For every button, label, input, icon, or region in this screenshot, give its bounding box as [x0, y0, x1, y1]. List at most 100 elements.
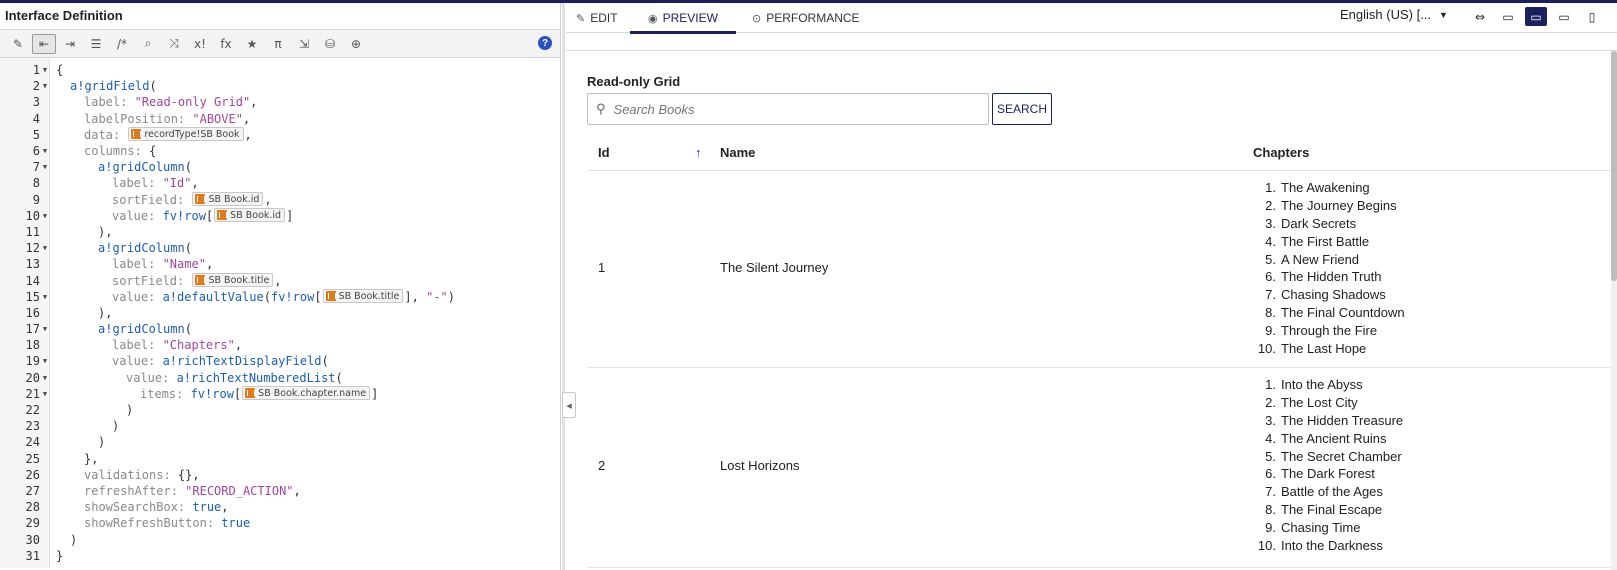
code-editor[interactable]: 1 ▼{2 ▼ a!gridField(3 label: "Read-only Grid…	[0, 58, 560, 568]
record-reference-chip[interactable]: SB Book.chapter.name	[242, 386, 371, 401]
code-line[interactable]: 17 ▼ a!gridColumn(	[0, 321, 561, 337]
code-line[interactable]: 19 ▼ value: a!richTextDisplayField(	[0, 353, 561, 369]
code-text: label: "Chapters",	[50, 338, 242, 352]
fold-caret-icon[interactable]: ▼	[40, 244, 50, 252]
list-icon[interactable]: ☰	[84, 34, 108, 54]
search-input[interactable]	[613, 101, 974, 117]
fold-caret-icon[interactable]: ▼	[40, 293, 50, 301]
function-icon[interactable]: fx	[214, 34, 238, 54]
code-line[interactable]: 26 validations: {},	[0, 467, 561, 483]
record-reference-chip[interactable]: SB Book.title	[322, 289, 404, 304]
code-line[interactable]: 16),	[0, 305, 561, 321]
code-line[interactable]: 13 label: "Name",	[0, 256, 561, 272]
database-search-icon[interactable]: ⛁	[318, 34, 342, 54]
pi-icon[interactable]: π	[266, 34, 290, 54]
fit-width-icon[interactable]: ⇔	[1469, 7, 1491, 26]
code-line[interactable]: 27 refreshAfter: "RECORD_ACTION",	[0, 483, 561, 499]
code-line[interactable]: 24)	[0, 434, 561, 450]
code-token: {	[56, 63, 64, 78]
code-line[interactable]: 11),	[0, 224, 561, 240]
tab-preview[interactable]: ◉ PREVIEW	[630, 3, 736, 34]
code-line[interactable]: 10 ▼ value: fv!row[SB Book.id]	[0, 208, 561, 224]
comment-icon[interactable]: /*	[110, 34, 134, 54]
help-icon[interactable]: ?	[538, 36, 552, 50]
code-line[interactable]: 30)	[0, 531, 561, 547]
code-line[interactable]: 14 sortField: SB Book.title,	[0, 272, 561, 288]
line-number: 14	[25, 273, 40, 288]
code-line[interactable]: 8 label: "Id",	[0, 175, 561, 191]
code-line[interactable]: 7 ▼ a!gridColumn(	[0, 159, 561, 175]
code-line[interactable]: 3 label: "Read-only Grid",	[0, 94, 561, 110]
star-icon[interactable]: ★	[240, 34, 264, 54]
code-text: value: a!richTextDisplayField(	[50, 354, 329, 368]
scrollbar-thumb[interactable]	[1611, 51, 1617, 281]
code-token: "Chapters"	[162, 338, 235, 353]
record-reference-chip[interactable]: SB Book.title	[192, 273, 274, 288]
code-token: (	[321, 354, 329, 369]
code-line[interactable]: 18 label: "Chapters",	[0, 337, 561, 353]
code-text: }	[50, 549, 63, 563]
list-item-number: 7.	[1265, 484, 1276, 500]
magic-wand-icon[interactable]: ✎	[6, 34, 30, 54]
code-line[interactable]: 12 ▼ a!gridColumn(	[0, 240, 561, 256]
list-item-label: A New Friend	[1281, 251, 1360, 267]
code-token: [	[314, 290, 322, 305]
record-reference-chip[interactable]: SB Book.id	[214, 208, 286, 223]
code-line[interactable]: 6 ▼ columns: {	[0, 143, 561, 159]
clear-icon[interactable]: x!	[188, 34, 212, 54]
tablet-landscape-icon[interactable]: ▭	[1553, 7, 1575, 26]
export-icon[interactable]: ⇲	[292, 34, 316, 54]
code-text: )	[50, 419, 119, 433]
tab-edit[interactable]: ✎ EDIT	[566, 3, 628, 33]
locale-select[interactable]: English (US) [... ▼	[1340, 7, 1448, 22]
search-icon[interactable]: ⌕	[136, 34, 160, 54]
code-line[interactable]: 29 showRefreshButton: true	[0, 515, 561, 531]
code-line[interactable]: 20 ▼ value: a!richTextNumberedList(	[0, 370, 561, 386]
outdent-icon[interactable]: ⇤	[32, 33, 56, 54]
code-token: )	[126, 403, 134, 418]
code-line[interactable]: 9 sortField: SB Book.id,	[0, 192, 561, 208]
code-line[interactable]: 5 data: recordType!SB Book,	[0, 127, 561, 143]
fold-caret-icon[interactable]: ▼	[40, 325, 50, 333]
pane-splitter[interactable]	[562, 3, 565, 570]
preview-scrollbar[interactable]	[1611, 51, 1617, 570]
globe-icon[interactable]: ⊕	[344, 34, 368, 54]
fold-caret-icon[interactable]: ▼	[40, 147, 50, 155]
code-token: {},	[177, 467, 200, 482]
tablet-portrait-icon[interactable]: ▯	[1581, 7, 1603, 26]
sort-ascending-icon[interactable]: ↑	[695, 145, 702, 160]
search-input-wrapper[interactable]: ⚲	[587, 93, 989, 125]
code-line[interactable]: 31}	[0, 548, 561, 564]
fold-caret-icon[interactable]: ▼	[40, 374, 50, 382]
fold-caret-icon[interactable]: ▼	[40, 357, 50, 365]
code-line[interactable]: 1 ▼ {	[0, 62, 561, 78]
indent-icon[interactable]: ⇥	[58, 34, 82, 54]
code-line[interactable]: 22)	[0, 402, 561, 418]
code-line[interactable]: 23)	[0, 418, 561, 434]
code-line[interactable]: 2 ▼ a!gridField(	[0, 78, 561, 94]
shuffle-icon[interactable]: ⤨	[162, 34, 186, 54]
monitor-icon[interactable]: ▭	[1525, 7, 1547, 26]
fold-caret-icon[interactable]: ▼	[40, 66, 50, 74]
record-reference-chip[interactable]: recordType!SB Book	[128, 127, 244, 142]
code-line[interactable]: 25},	[0, 451, 561, 467]
fold-caret-icon[interactable]: ▼	[40, 163, 50, 171]
record-type-icon	[195, 275, 206, 286]
column-header-id[interactable]: Id	[598, 145, 610, 160]
fold-caret-icon[interactable]: ▼	[40, 212, 50, 220]
code-token: ]	[286, 209, 294, 224]
desktop-icon[interactable]: ▭	[1497, 7, 1519, 26]
code-line[interactable]: 28 showSearchBox: true,	[0, 499, 561, 515]
fold-caret-icon[interactable]: ▼	[40, 82, 50, 90]
code-line[interactable]: 21 ▼ items: fv!row[SB Book.chapter.name]	[0, 386, 561, 402]
fold-caret-icon[interactable]: ▼	[40, 390, 50, 398]
tab-performance[interactable]: ⊙ PERFORMANCE	[742, 3, 870, 33]
code-line[interactable]: 15 ▼ value: a!defaultValue(fv!row[SB Book.…	[0, 289, 561, 305]
column-header-name[interactable]: Name	[720, 145, 755, 160]
code-token: fv!row	[162, 209, 206, 224]
code-token: value:	[126, 370, 177, 385]
code-line[interactable]: 4 labelPosition: "ABOVE",	[0, 111, 561, 127]
code-token: "Read-only Grid"	[134, 95, 251, 110]
record-reference-chip[interactable]: SB Book.id	[192, 192, 264, 207]
search-button[interactable]: SEARCH	[992, 93, 1052, 125]
